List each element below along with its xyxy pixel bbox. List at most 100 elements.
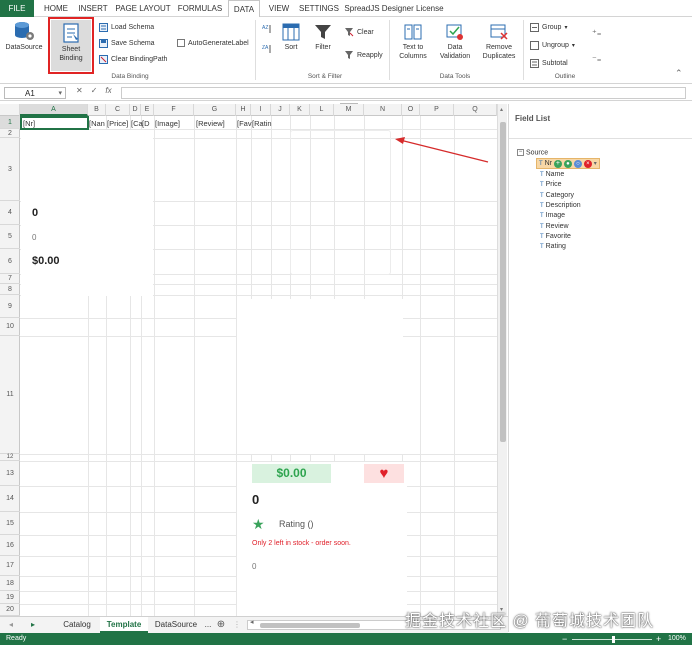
tab-catalog[interactable]: Catalog [56, 617, 98, 633]
tab-file[interactable]: FILE [0, 0, 34, 17]
row-header-20[interactable]: 20 [0, 604, 20, 616]
tab-page-layout[interactable]: PAGE LAYOUT [114, 0, 172, 17]
ungroup-dropdown-arrow[interactable]: ▾ [572, 43, 575, 49]
favorite-heart-icon[interactable]: ♥ [364, 464, 404, 483]
row-header-3[interactable]: 3 [0, 138, 20, 201]
row-header-9[interactable]: 9 [0, 295, 20, 318]
text-to-columns-button[interactable]: Text to Columns [396, 23, 430, 61]
first-sheet-icon[interactable]: ◂ [6, 617, 16, 633]
row-header-2[interactable]: 2 [0, 129, 20, 138]
field-item-selected[interactable]: T Nr + ● ○ × ▾ [536, 158, 600, 169]
scroll-left-icon[interactable]: ◂ [250, 618, 254, 626]
field-item-price[interactable]: T Price [540, 181, 562, 188]
cell-c1[interactable]: [Price] [107, 119, 128, 128]
field-item-name[interactable]: T Name [540, 171, 564, 178]
edit-field-icon[interactable]: ● [563, 160, 572, 168]
cell-a1[interactable]: [Nr] [23, 119, 35, 128]
row-header-8[interactable]: 8 [0, 284, 20, 295]
tab-settings[interactable]: SETTINGS [298, 0, 340, 17]
column-header-q[interactable]: Q [454, 104, 497, 116]
ungroup-button[interactable]: Ungroup ▾ [530, 40, 575, 52]
row-header-11[interactable]: 11 [0, 336, 20, 454]
column-header-i[interactable]: I [251, 104, 271, 116]
field-menu-dropdown-icon[interactable]: ▾ [594, 161, 597, 167]
load-schema-button[interactable]: Load Schema [99, 22, 154, 34]
auto-generate-label-box[interactable] [177, 39, 185, 48]
cancel-icon[interactable]: ✕ [76, 86, 83, 95]
group-button[interactable]: Group ▾ [530, 22, 567, 34]
subtotal-button[interactable]: Subtotal [530, 58, 568, 70]
collapse-ribbon-icon[interactable]: ⌃ [675, 67, 683, 79]
column-header-n[interactable]: N [364, 104, 402, 116]
zoom-out-icon[interactable]: − [562, 633, 567, 645]
reapply-button[interactable]: Reapply [344, 50, 383, 62]
tab-template[interactable]: Template [100, 617, 148, 633]
row-header-5[interactable]: 5 [0, 225, 20, 249]
column-header-j[interactable]: J [271, 104, 290, 116]
column-header-d[interactable]: D [130, 104, 141, 116]
cell-b1[interactable]: [Nan [89, 119, 105, 128]
vertical-scrollbar[interactable]: ▴ ▾ [497, 104, 507, 616]
tab-formulas[interactable]: FORMULAS [176, 0, 224, 17]
cell-d1[interactable]: [Ca [131, 119, 143, 128]
sort-asc-button[interactable]: AZ [262, 24, 275, 36]
row-header-18[interactable]: 18 [0, 576, 20, 591]
tab-data[interactable]: DATA [228, 0, 260, 18]
tab-view[interactable]: VIEW [264, 0, 294, 17]
tab-insert[interactable]: INSERT [76, 0, 110, 17]
auto-generate-label-checkbox[interactable]: AutoGenerateLabel [177, 38, 249, 50]
row-header-10[interactable]: 10 [0, 318, 20, 336]
sort-desc-button[interactable]: ZA [262, 44, 275, 56]
price-badge[interactable]: $0.00 [252, 464, 331, 483]
field-item-description[interactable]: T Description [540, 202, 581, 209]
data-validation-button[interactable]: Data Validation [436, 23, 474, 61]
delete-field-icon[interactable]: × [583, 160, 592, 168]
row-header-17[interactable]: 17 [0, 556, 20, 576]
cell-f1[interactable]: [Image] [155, 119, 180, 128]
column-header-o[interactable]: O [402, 104, 420, 116]
count-value[interactable]: 0 [252, 492, 259, 507]
save-schema-button[interactable]: Save Schema [99, 38, 155, 50]
row-header-1[interactable]: 1 [0, 116, 20, 129]
row-header-7[interactable]: 7 [0, 274, 20, 284]
field-item-category[interactable]: T Category [540, 192, 574, 199]
group-dropdown-arrow[interactable]: ▾ [564, 25, 567, 31]
column-header-m[interactable]: M [334, 104, 364, 116]
name-box-dropdown-icon[interactable]: ▾ [58, 88, 62, 99]
sort-button[interactable]: Sort [278, 23, 304, 52]
add-sheet-icon[interactable]: ⊕ [215, 617, 227, 633]
cell-i1[interactable]: [Ratin [252, 119, 272, 128]
add-field-icon[interactable]: + [553, 160, 562, 168]
tab-home[interactable]: HOME [40, 0, 72, 17]
field-item-review[interactable]: T Review [540, 223, 569, 230]
cell-e1[interactable]: [D [142, 119, 150, 128]
column-header-e[interactable]: E [141, 104, 154, 116]
tab-designer-license[interactable]: SpreadJS Designer License [344, 0, 444, 17]
collapse-icon[interactable]: − [517, 149, 524, 156]
next-sheet-icon[interactable]: ▸ [28, 617, 38, 633]
select-all-corner[interactable] [0, 104, 20, 116]
bottom-zero-value[interactable]: 0 [252, 562, 256, 571]
row-header-4[interactable]: 4 [0, 201, 20, 225]
clear-filter-button[interactable]: Clear [344, 27, 374, 39]
field-item-image[interactable]: T Image [540, 212, 565, 219]
column-header-c[interactable]: C [106, 104, 130, 116]
confirm-icon[interactable]: ✓ [91, 86, 98, 95]
column-header-h[interactable]: H [236, 104, 251, 116]
row-header-19[interactable]: 19 [0, 591, 20, 604]
fx-icon[interactable]: fx [105, 86, 111, 95]
more-sheets[interactable]: ... [203, 617, 213, 633]
column-header-a[interactable]: A [20, 104, 88, 116]
clear-binding-path-button[interactable]: Clear BindingPath [99, 54, 167, 66]
row-header-14[interactable]: 14 [0, 486, 20, 512]
row-header-13[interactable]: 13 [0, 461, 20, 486]
row-header-12[interactable]: 12 [0, 454, 20, 461]
sheet-binding-button[interactable]: Sheet Binding [51, 20, 91, 71]
row-header-16[interactable]: 16 [0, 535, 20, 556]
cell-g1[interactable]: [Review] [196, 119, 225, 128]
hide-detail-icon[interactable]: ⁻₌ [592, 53, 602, 65]
remove-duplicates-button[interactable]: Remove Duplicates [479, 23, 519, 61]
column-header-l[interactable]: L [310, 104, 334, 116]
rating-text[interactable]: Rating () [279, 519, 314, 529]
tab-splitter-icon[interactable]: ⋮ [233, 617, 241, 633]
